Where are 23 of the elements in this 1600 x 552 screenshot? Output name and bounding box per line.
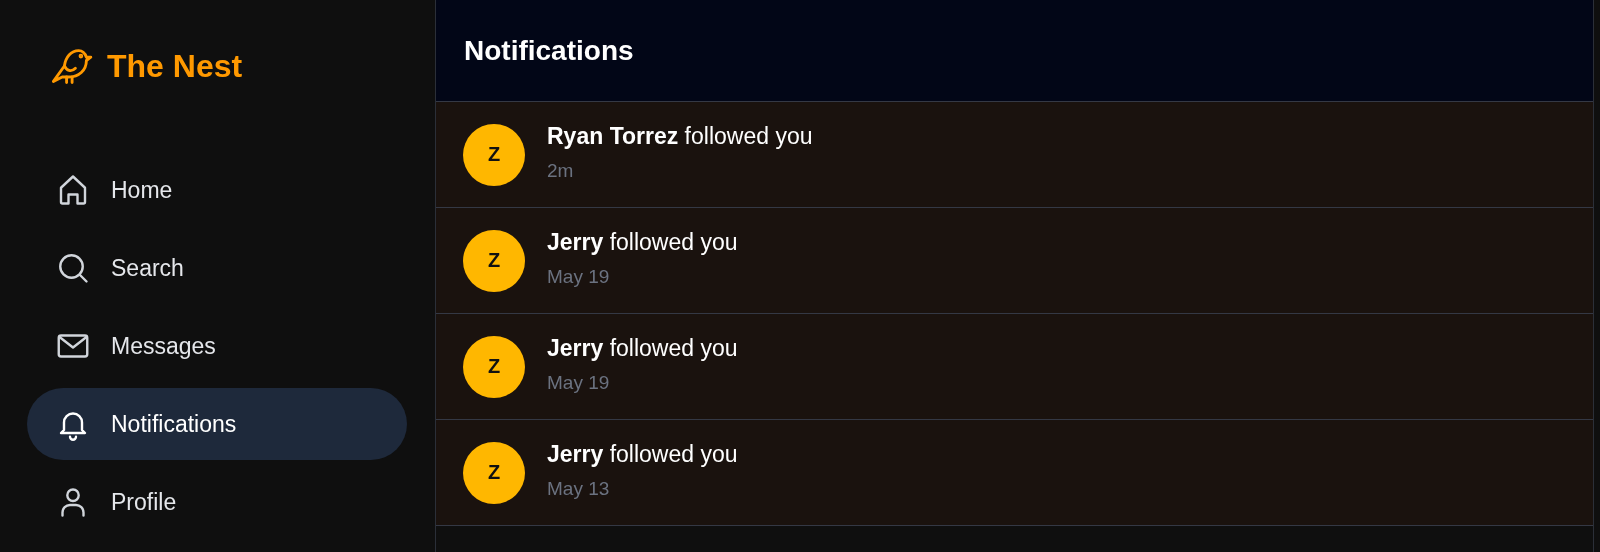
avatar: Z: [463, 229, 525, 292]
avatar: Z: [463, 441, 525, 504]
timestamp: May 13: [547, 478, 611, 500]
avatar: Z: [463, 335, 525, 398]
notification-row[interactable]: Z Jerry followed you May 19: [436, 208, 1593, 314]
timestamp: 2m: [547, 160, 575, 182]
nav-item[interactable]: Profile: [27, 466, 407, 538]
notification-row[interactable]: Z Jerry followed you May 13: [436, 420, 1593, 526]
notification-row[interactable]: Z Jerry followed you May 19: [436, 314, 1593, 420]
brand-name: The Nest: [107, 47, 243, 85]
nav-item[interactable]: Messages: [27, 310, 407, 382]
notification-text: Jerry followed you: [547, 335, 738, 362]
nav-item[interactable]: Home: [27, 154, 407, 226]
notification-text: Jerry followed you: [547, 229, 738, 256]
page-title: Notifications: [464, 34, 634, 67]
nav-item[interactable]: Search: [27, 232, 407, 304]
notification-text: Jerry followed you: [547, 441, 738, 468]
notification-row[interactable]: Z Ryan Torrez followed you 2m: [436, 102, 1593, 208]
nav-item[interactable]: Notifications: [27, 388, 407, 460]
avatar: Z: [463, 123, 525, 186]
timestamp: May 19: [547, 372, 611, 394]
timestamp: May 19: [547, 266, 611, 288]
notification-text: Ryan Torrez followed you: [547, 123, 813, 150]
